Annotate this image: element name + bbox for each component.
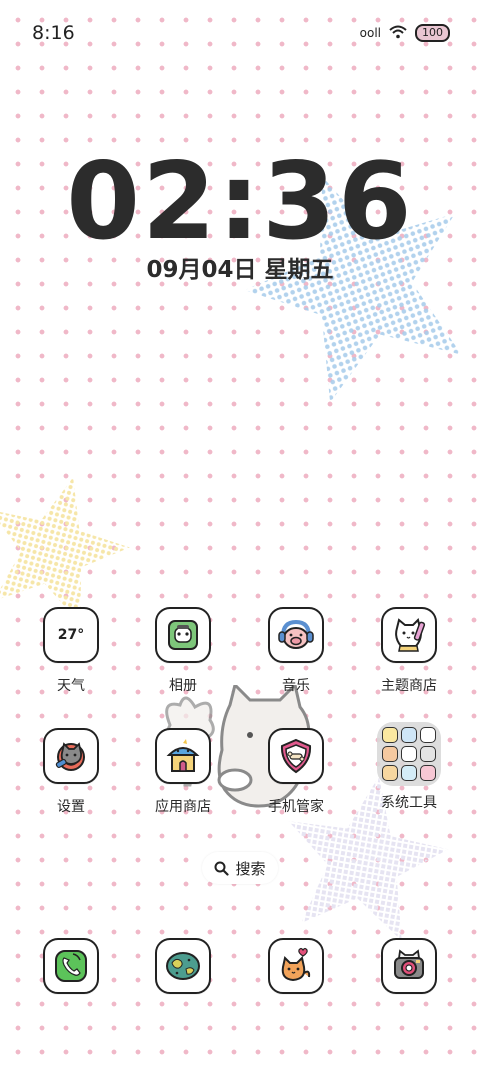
folder-mini-icon: [420, 765, 436, 781]
app-theme-store[interactable]: 主题商店: [359, 607, 459, 695]
messages-cat-icon: [268, 938, 324, 994]
app-weather[interactable]: 27° 天气: [21, 607, 121, 695]
status-bar: 8:16 ooll 100: [0, 0, 480, 64]
folder-mini-icon: [382, 727, 398, 743]
app-label: 相册: [169, 678, 197, 694]
dock-messages[interactable]: [246, 938, 346, 994]
app-app-store[interactable]: 应用商店: [133, 728, 233, 816]
battery-indicator: 100: [415, 24, 450, 42]
app-label: 天气: [57, 678, 85, 694]
folder-mini-icon: [382, 746, 398, 762]
lockscreen-clock: 02:36: [66, 140, 414, 263]
music-pig-icon: [268, 607, 324, 663]
search-label: 搜索: [235, 859, 266, 878]
status-time: 8:16: [32, 22, 75, 44]
app-label: 手机管家: [268, 799, 324, 815]
app-label: 系统工具: [381, 795, 437, 811]
phone-icon: [43, 938, 99, 994]
yellow-star-decoration: [0, 477, 130, 620]
browser-globe-icon: [155, 938, 211, 994]
folder-mini-icon: [420, 727, 436, 743]
search-icon: [214, 861, 230, 876]
weather-temperature: 27°: [57, 627, 85, 643]
lockscreen-date: 09月04日 星期五: [146, 257, 334, 283]
folder-mini-icon: [401, 727, 417, 743]
app-store-house-icon: [155, 728, 211, 784]
status-icons: ooll 100: [360, 24, 450, 42]
system-tools-folder-icon: [377, 722, 441, 786]
settings-icon: [43, 728, 99, 784]
folder-mini-icon: [420, 746, 436, 762]
app-music[interactable]: 音乐: [246, 607, 346, 695]
wifi-icon: [389, 25, 407, 42]
theme-store-cat-icon: [381, 607, 437, 663]
app-label: 主题商店: [381, 678, 437, 694]
camera-icon: [381, 938, 437, 994]
search-button[interactable]: 搜索: [202, 852, 278, 884]
app-label: 设置: [57, 799, 85, 815]
app-label: 应用商店: [155, 799, 211, 815]
app-phone-manager[interactable]: 手机管家: [246, 728, 346, 816]
folder-mini-icon: [401, 746, 417, 762]
phone-manager-icon: [268, 728, 324, 784]
app-settings[interactable]: 设置: [21, 728, 121, 816]
signal-icon: ooll: [359, 26, 381, 40]
folder-mini-icon: [401, 765, 417, 781]
app-gallery[interactable]: 相册: [133, 607, 233, 695]
gallery-icon: [155, 607, 211, 663]
dock-camera[interactable]: [359, 938, 459, 994]
folder-mini-icon: [382, 765, 398, 781]
folder-system-tools[interactable]: 系统工具: [359, 722, 459, 812]
dock-browser[interactable]: [133, 938, 233, 994]
weather-icon: 27°: [43, 607, 99, 663]
app-label: 音乐: [282, 678, 310, 694]
dock-phone[interactable]: [21, 938, 121, 994]
